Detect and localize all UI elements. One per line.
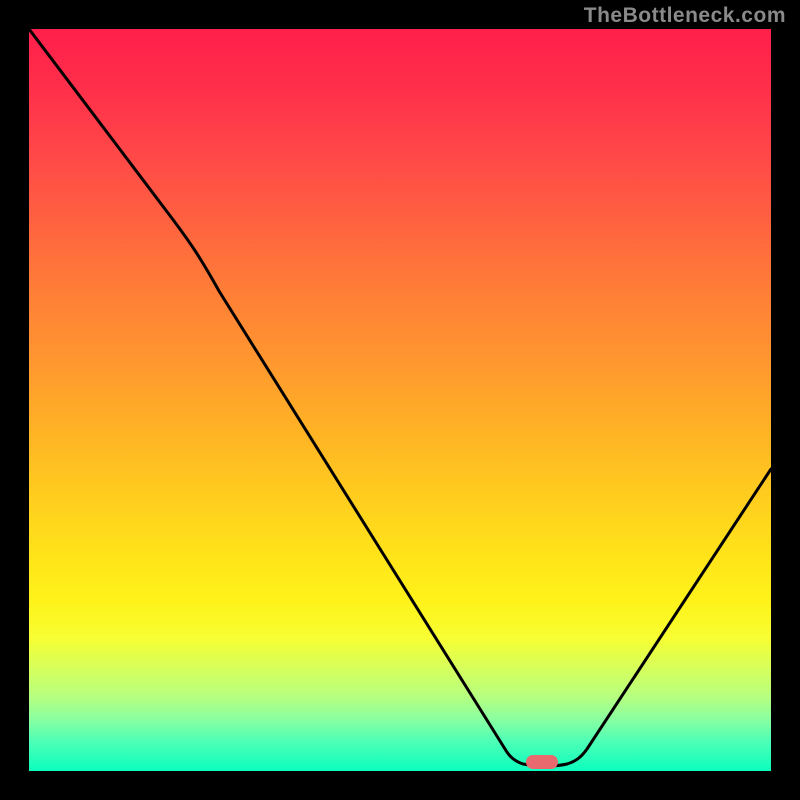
optimal-point-marker <box>526 755 558 769</box>
watermark-text: TheBottleneck.com <box>584 4 786 28</box>
chart-frame: TheBottleneck.com <box>0 0 800 800</box>
bottleneck-curve <box>29 29 771 771</box>
curve-path <box>29 29 771 766</box>
plot-area <box>29 29 771 771</box>
